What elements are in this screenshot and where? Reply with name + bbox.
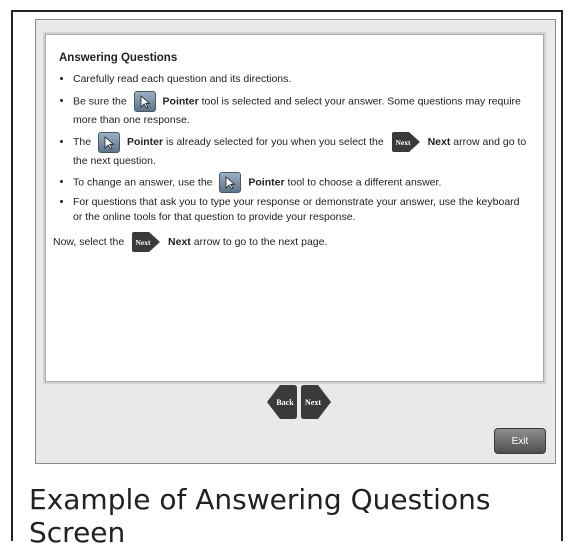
- instructions-list: Carefully read each question and its dir…: [59, 72, 530, 225]
- closing-instruction: Now, select the Next Next arrow to go to…: [53, 231, 530, 253]
- pointer-icon: [98, 131, 121, 153]
- list-item: Be sure the Pointer tool is selected and…: [73, 91, 530, 129]
- list-item: For questions that ask you to type your …: [73, 195, 530, 225]
- next-button[interactable]: Next: [300, 384, 332, 425]
- list-item: The Pointer is already selected for you …: [73, 131, 530, 170]
- next-arrow-icon: Next: [131, 231, 161, 253]
- exit-button[interactable]: Exit: [494, 428, 546, 454]
- pointer-icon: [219, 172, 242, 193]
- list-item: To change an answer, use the Pointer too…: [73, 172, 530, 193]
- instructions-panel: Answering Questions Carefully read each …: [43, 32, 546, 384]
- svg-text:Next: Next: [305, 398, 321, 407]
- pointer-icon: [133, 91, 156, 112]
- svg-text:Next: Next: [136, 238, 151, 247]
- list-item: Carefully read each question and its dir…: [73, 72, 530, 87]
- navigation-arrows: Back Next: [266, 384, 331, 420]
- svg-text:Next: Next: [395, 138, 410, 147]
- back-button[interactable]: Back: [266, 384, 298, 425]
- page-title: Answering Questions: [59, 52, 178, 64]
- svg-text:Back: Back: [276, 398, 294, 407]
- next-arrow-icon: Next: [391, 131, 421, 153]
- figure-caption: Example of Answering Questions Screen: [29, 483, 491, 549]
